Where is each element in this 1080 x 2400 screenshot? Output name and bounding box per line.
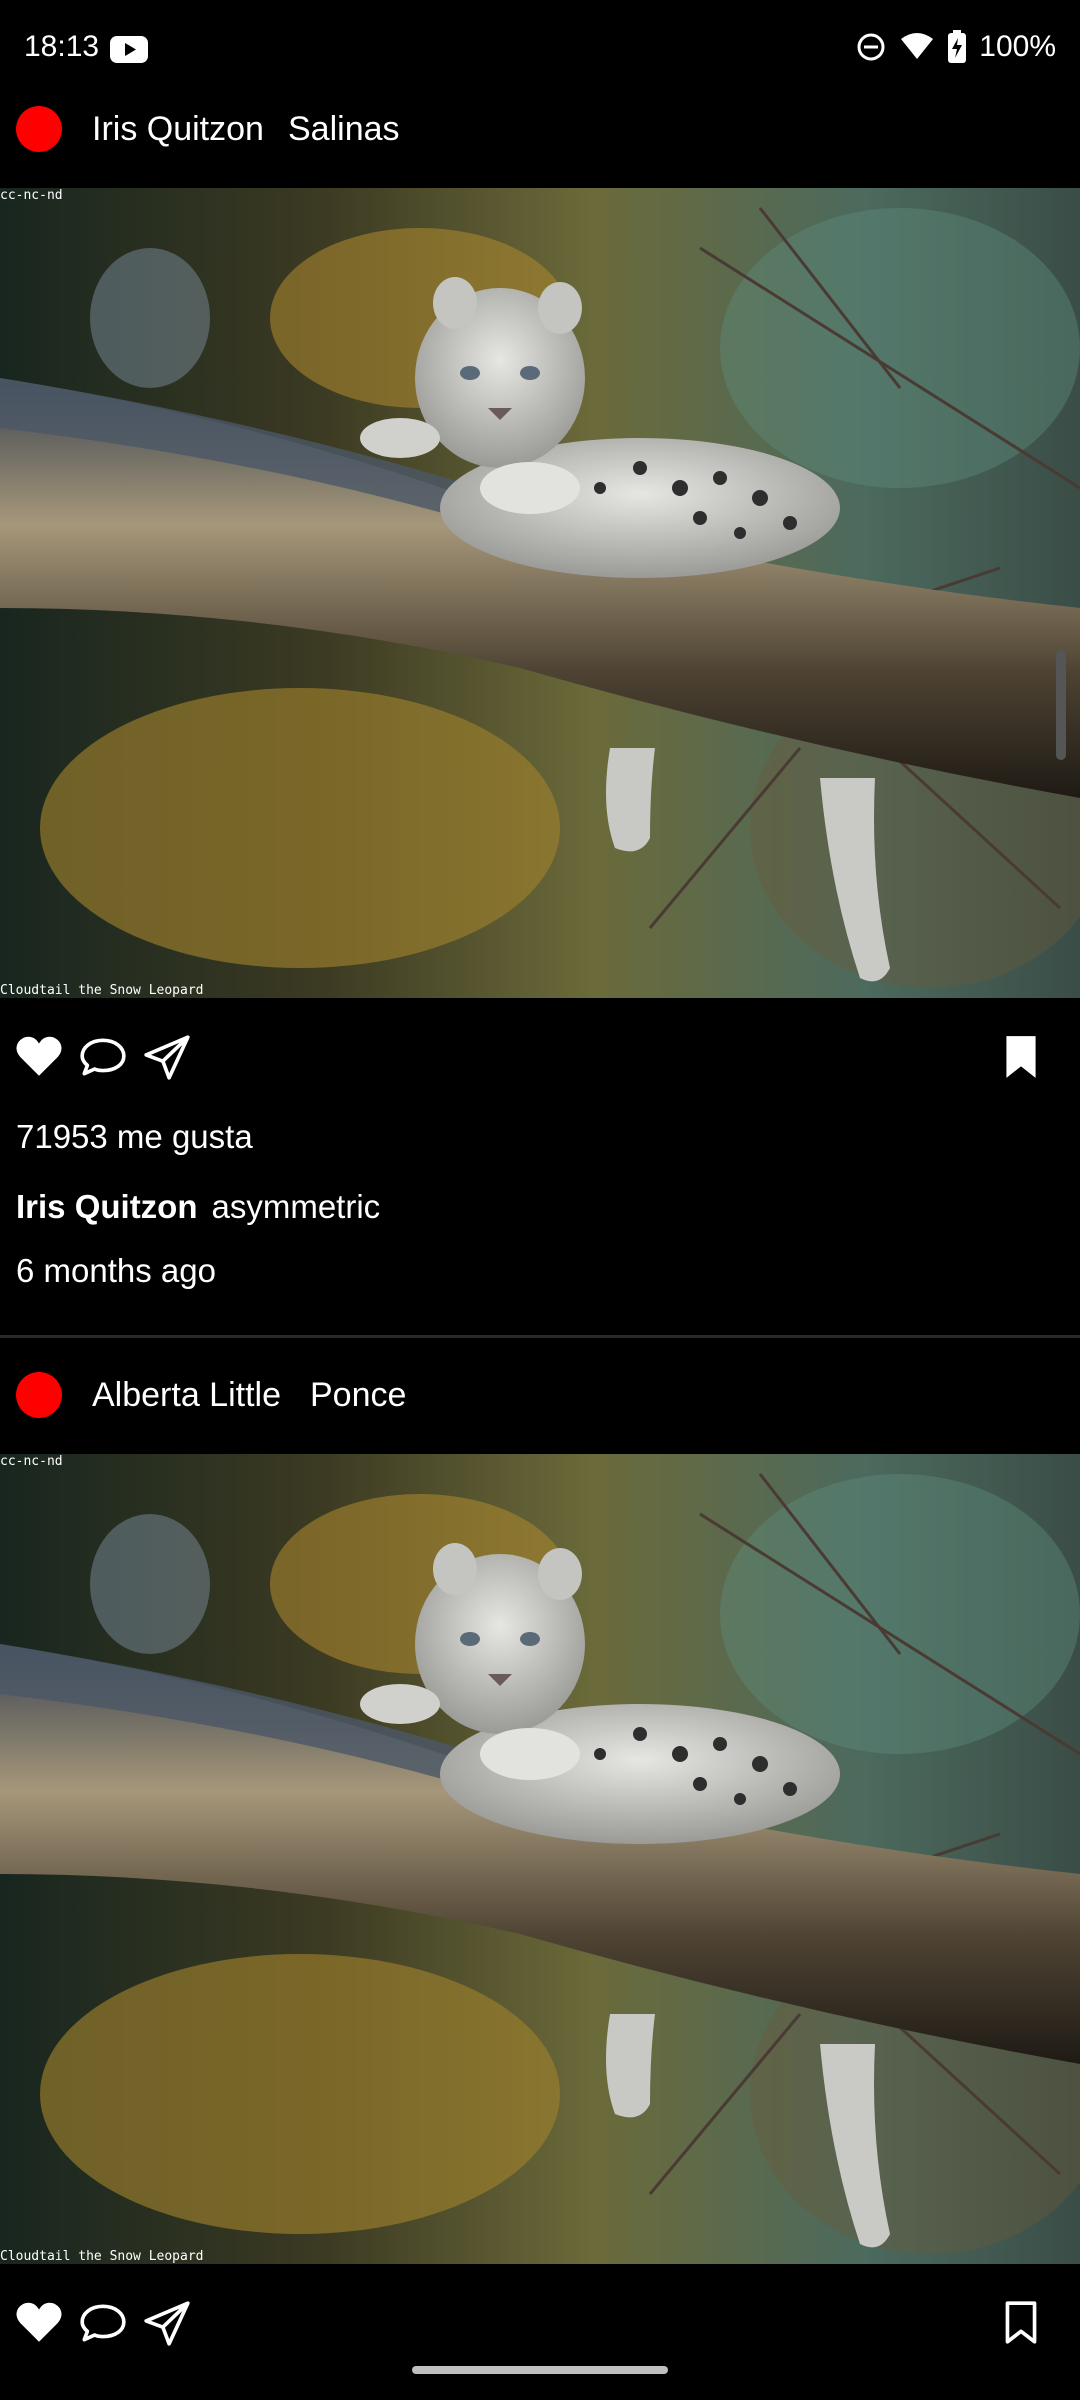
scrollbar[interactable]	[1056, 650, 1066, 760]
bookmark-outline-icon[interactable]	[996, 2298, 1046, 2348]
caption-text: asymmetric	[211, 1188, 381, 1225]
bookmark-filled-icon[interactable]	[996, 1032, 1046, 1082]
snow-leopard-photo	[0, 188, 1080, 998]
license-tag: cc-nc-nd	[0, 188, 63, 203]
avatar[interactable]	[16, 106, 62, 152]
post-actions	[0, 1018, 1080, 1098]
post-card: Iris Quitzon Salinas cc-nc-nd Cloudtail …	[0, 0, 1080, 1340]
image-caption: Cloudtail the Snow Leopard	[0, 983, 204, 998]
heart-icon[interactable]	[14, 2298, 64, 2348]
post-location[interactable]: Ponce	[310, 1376, 406, 1415]
post-image[interactable]: cc-nc-nd Cloudtail the Snow Leopard	[0, 1454, 1080, 2264]
snow-leopard-photo	[0, 1454, 1080, 2264]
post-timestamp: 6 months ago	[16, 1252, 216, 1289]
post-username[interactable]: Iris Quitzon	[92, 110, 264, 149]
post-location[interactable]: Salinas	[288, 110, 400, 149]
caption-username[interactable]: Iris Quitzon	[16, 1188, 198, 1225]
post-card: Alberta Little Ponce cc-nc-nd Cloudtail …	[0, 1340, 1080, 2400]
license-tag: cc-nc-nd	[0, 1454, 63, 1469]
avatar[interactable]	[16, 1372, 62, 1418]
post-actions	[0, 2284, 1080, 2364]
post-caption: Iris Quitzon asymmetric	[16, 1188, 380, 1226]
share-icon[interactable]	[142, 2298, 192, 2348]
image-caption: Cloudtail the Snow Leopard	[0, 2249, 204, 2264]
share-icon[interactable]	[142, 1032, 192, 1082]
comment-icon[interactable]	[78, 1032, 128, 1082]
post-divider	[0, 1335, 1080, 1338]
comment-icon[interactable]	[78, 2298, 128, 2348]
gesture-nav-handle[interactable]	[412, 2366, 668, 2374]
post-username[interactable]: Alberta Little	[92, 1376, 281, 1415]
post-image[interactable]: cc-nc-nd Cloudtail the Snow Leopard	[0, 188, 1080, 998]
like-count[interactable]: 71953 me gusta	[16, 1118, 253, 1156]
heart-icon[interactable]	[14, 1032, 64, 1082]
